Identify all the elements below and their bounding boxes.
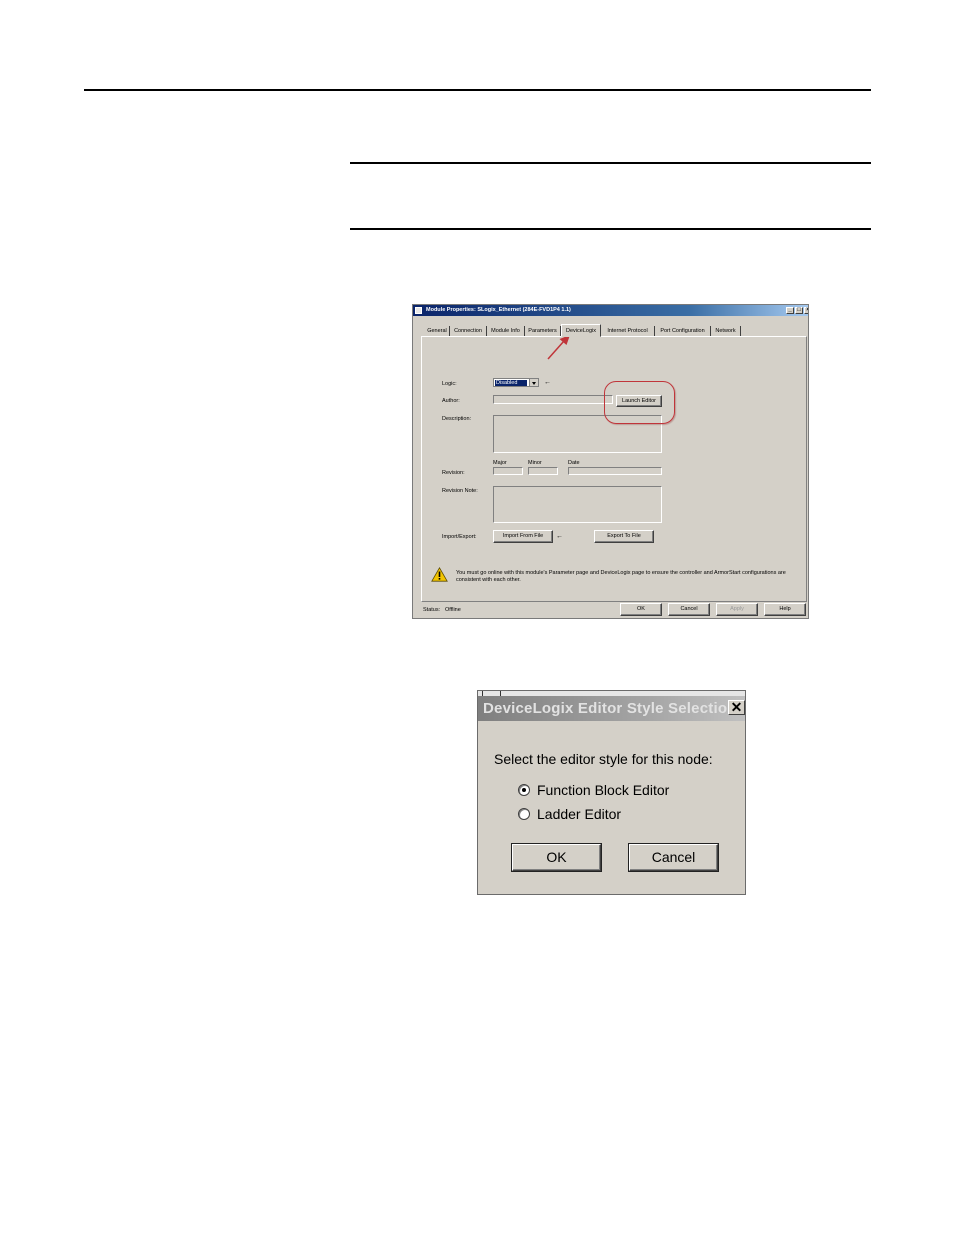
author-field[interactable] [493, 395, 613, 404]
option-label: Ladder Editor [537, 806, 622, 822]
revision-label: Revision: [442, 470, 465, 476]
tab-network[interactable]: Network [711, 326, 741, 336]
revision-note-field[interactable] [493, 486, 662, 523]
editor-style-dialog: DeviceLogix Editor Style Selection ✕ Sel… [477, 690, 746, 895]
date-label: Date [568, 460, 580, 466]
window-title: Module Properties: SLogix_Ethernet (284E… [426, 307, 571, 313]
note-bottom-rule [350, 228, 871, 230]
maximize-icon[interactable]: □ [795, 307, 803, 314]
ok-button[interactable]: OK [620, 603, 662, 616]
dialog-prompt: Select the editor style for this node: [494, 751, 713, 767]
export-to-file-button[interactable]: Export To File [594, 530, 654, 543]
highlight-circle [604, 381, 675, 424]
dialog-titlebar: DeviceLogix Editor Style Selection [478, 696, 745, 721]
help-button[interactable]: Help [764, 603, 806, 616]
logic-select-value: Disabled [495, 380, 527, 386]
revision-minor-field [528, 467, 558, 475]
close-icon[interactable]: × [804, 307, 808, 314]
radio-function-block-editor[interactable] [518, 784, 530, 796]
pin-arrow-icon: ← [544, 379, 551, 386]
dialog-ok-button[interactable]: OK [512, 844, 601, 871]
option-label: Function Block Editor [537, 782, 670, 798]
apply-button[interactable]: Apply [716, 603, 758, 616]
close-icon[interactable]: ✕ [728, 700, 745, 715]
devicelogix-panel: Logic: Disabled ← Author: Launch Editor … [421, 336, 807, 602]
dialog-cancel-button[interactable]: Cancel [629, 844, 718, 871]
dialog-title: DeviceLogix Editor Style Selection [483, 700, 737, 717]
tab-general[interactable]: General [425, 326, 450, 336]
tab-internet-protocol[interactable]: Internet Protocol [601, 326, 655, 336]
header-rule [84, 89, 871, 91]
tab-connection[interactable]: Connection [450, 326, 487, 336]
status-label: Status: [423, 607, 441, 613]
revision-date-field [568, 467, 662, 475]
module-properties-window: Module Properties: SLogix_Ethernet (284E… [412, 304, 809, 619]
minimize-icon[interactable]: _ [786, 307, 794, 314]
tab-devicelogix[interactable]: DeviceLogix [561, 324, 601, 337]
import-export-label: Import/Export: [442, 534, 477, 540]
app-icon [415, 307, 422, 314]
logic-label: Logic: [442, 381, 457, 387]
revision-note-label: Revision Note: [442, 488, 478, 494]
minor-label: Minor [528, 460, 542, 466]
red-arrow-icon [547, 335, 570, 360]
tab-port-configuration[interactable]: Port Configuration [655, 326, 711, 336]
author-label: Author: [442, 398, 460, 404]
tab-module-info[interactable]: Module Info [487, 326, 525, 336]
logic-select[interactable]: Disabled [493, 378, 539, 387]
description-label: Description: [442, 416, 472, 422]
warning-triangle-icon [431, 567, 448, 582]
note-top-rule [350, 162, 871, 164]
revision-major-field [493, 467, 523, 475]
status-value: Offline [445, 607, 461, 613]
pin-arrow-icon: ← [556, 533, 563, 540]
cancel-button[interactable]: Cancel [668, 603, 710, 616]
module-properties-titlebar: Module Properties: SLogix_Ethernet (284E… [413, 305, 808, 316]
import-from-file-button[interactable]: Import From File [493, 530, 553, 543]
radio-ladder-editor[interactable] [518, 808, 530, 820]
chevron-down-icon[interactable] [529, 379, 538, 386]
major-label: Major [493, 460, 507, 466]
warning-text: You must go online with this module's Pa… [456, 570, 786, 583]
